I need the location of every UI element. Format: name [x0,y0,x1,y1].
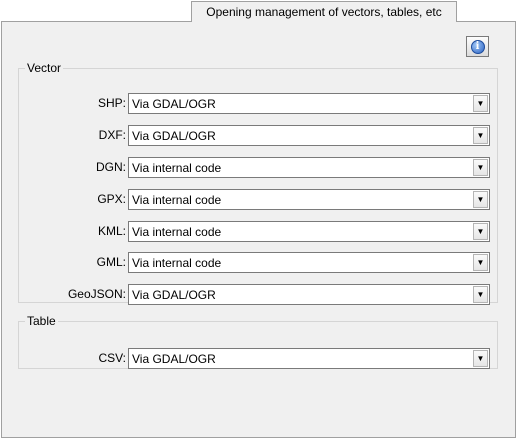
dxf-label: DXF: [98,128,126,142]
dgn-label: DGN: [96,160,126,174]
vector-row-dxf: DXF: Via GDAL/OGR ▼ [19,125,497,146]
gpx-select[interactable]: Via internal code ▼ [128,189,490,210]
info-button[interactable]: i [466,36,489,57]
kml-select[interactable]: Via internal code ▼ [128,221,490,242]
shp-select[interactable]: Via GDAL/OGR ▼ [128,93,490,114]
info-icon: i [470,39,485,54]
gpx-label: GPX: [97,192,126,206]
dxf-select[interactable]: Via GDAL/OGR ▼ [128,125,490,146]
vector-row-geojson: GeoJSON: Via GDAL/OGR ▼ [19,284,497,305]
table-row-csv: CSV: Via GDAL/OGR ▼ [19,348,497,369]
chevron-down-icon[interactable]: ▼ [473,159,488,176]
gml-select-value: Via internal code [132,256,222,270]
chevron-down-icon[interactable]: ▼ [473,127,488,144]
geojson-select-value: Via GDAL/OGR [132,288,216,302]
chevron-down-icon[interactable]: ▼ [473,286,488,303]
vector-group: Vector SHP: Via GDAL/OGR ▼ DXF: Via GDAL… [18,61,498,305]
vector-row-shp: SHP: Via GDAL/OGR ▼ [19,93,497,114]
shp-label: SHP: [97,96,126,110]
tab-opening-management[interactable]: Opening management of vectors, tables, e… [191,1,457,22]
csv-label: CSV: [98,351,126,365]
csv-select[interactable]: Via GDAL/OGR ▼ [128,348,490,369]
kml-label: KML: [97,224,126,238]
gpx-select-value: Via internal code [132,193,222,207]
chevron-down-icon[interactable]: ▼ [473,191,488,208]
dgn-select[interactable]: Via internal code ▼ [128,157,490,178]
vector-row-gpx: GPX: Via internal code ▼ [19,189,497,210]
csv-select-value: Via GDAL/OGR [132,352,216,366]
vector-row-dgn: DGN: Via internal code ▼ [19,157,497,178]
shp-select-value: Via GDAL/OGR [132,97,216,111]
table-group: Table CSV: Via GDAL/OGR ▼ [18,314,498,369]
table-group-title: Table [27,314,56,328]
chevron-down-icon[interactable]: ▼ [473,223,488,240]
geojson-label: GeoJSON: [67,287,126,301]
vector-row-gml: GML: Via internal code ▼ [19,252,497,273]
chevron-down-icon[interactable]: ▼ [473,254,488,271]
chevron-down-icon[interactable]: ▼ [473,350,488,367]
kml-select-value: Via internal code [132,225,222,239]
chevron-down-icon[interactable]: ▼ [473,95,488,112]
vector-row-kml: KML: Via internal code ▼ [19,221,497,242]
dxf-select-value: Via GDAL/OGR [132,129,216,143]
gml-label: GML: [96,255,126,269]
dgn-select-value: Via internal code [132,161,222,175]
vector-group-title: Vector [27,61,62,75]
geojson-select[interactable]: Via GDAL/OGR ▼ [128,284,490,305]
gml-select[interactable]: Via internal code ▼ [128,252,490,273]
